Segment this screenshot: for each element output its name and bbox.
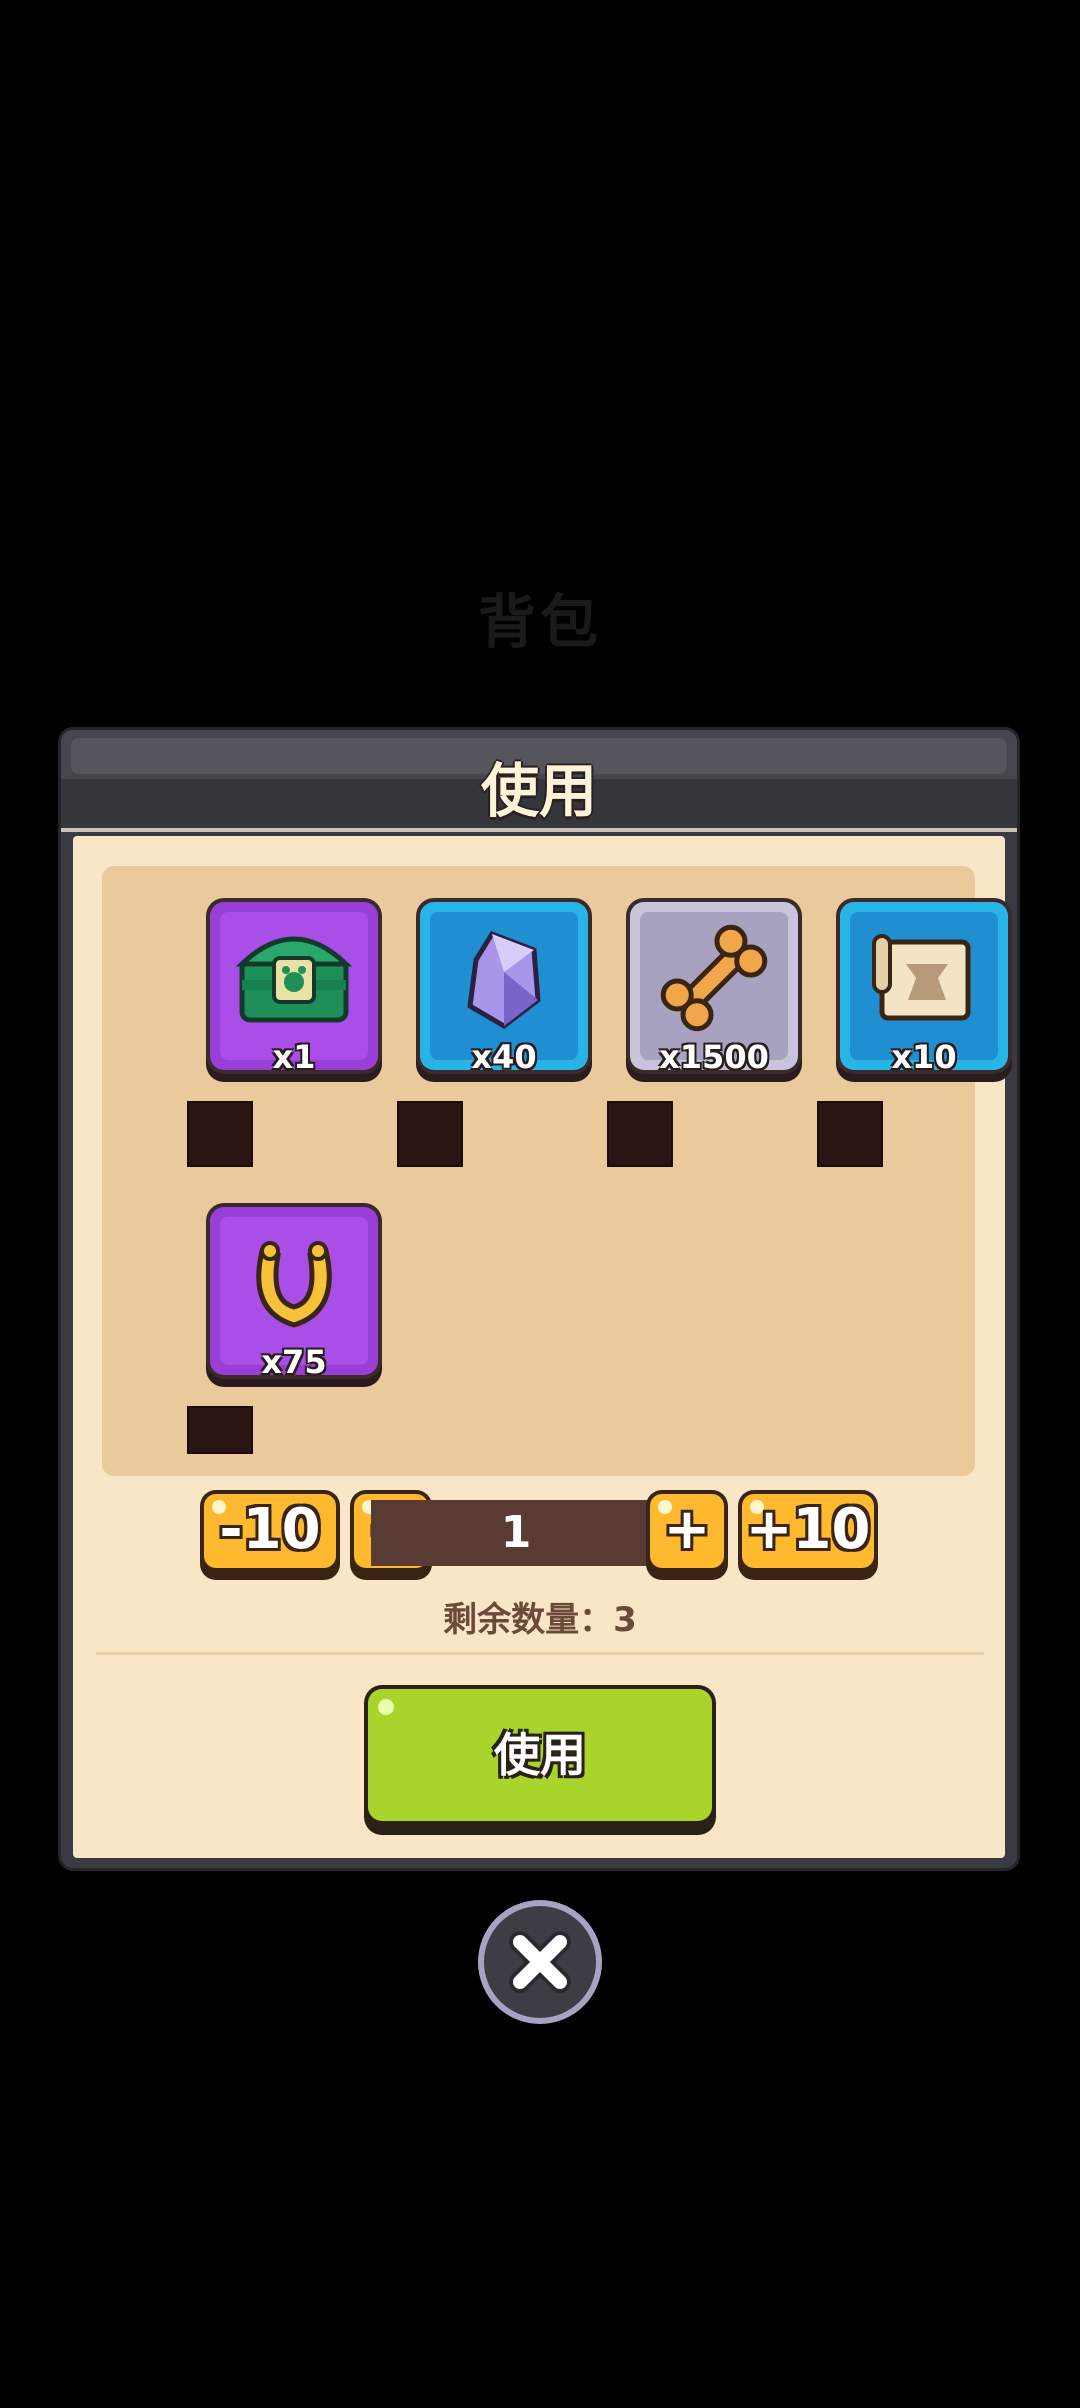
item-count: x40 [471,1038,537,1076]
item-checkbox-horseshoe[interactable] [187,1406,253,1454]
minus-ten-button[interactable]: -10 [204,1494,336,1568]
item-slot-horseshoe[interactable]: x75 [210,1207,378,1381]
item-slot-crystal[interactable]: x40 [420,902,588,1076]
item-checkbox-scroll[interactable] [817,1101,883,1167]
item-slot-chest[interactable]: x1 [210,902,378,1076]
bone-icon [660,924,768,1032]
plus-one-button[interactable]: + [650,1494,724,1568]
dialog-header: 使用 [61,730,1017,832]
use-button[interactable]: 使用 [368,1689,712,1821]
item-checkbox-bone[interactable] [607,1101,673,1167]
item-checkbox-crystal[interactable] [397,1101,463,1167]
item-slot-scroll[interactable]: x10 [840,902,1008,1076]
item-count: x1 [272,1038,316,1076]
close-icon [509,1931,571,1993]
item-count: x1500 [659,1038,769,1076]
item-checkbox-chest[interactable] [187,1101,253,1167]
item-count: x10 [891,1038,957,1076]
horseshoe-icon [256,1241,332,1328]
background-title: 背包 [477,588,602,656]
quantity-field[interactable]: 1 [371,1500,661,1566]
item-slot-bone[interactable]: x1500 [630,902,798,1076]
item-count: x75 [261,1343,327,1381]
remaining-count: 剩余数量：3 [443,1600,637,1640]
plus-ten-button[interactable]: +10 [742,1494,874,1568]
item-grid: x1 x40 x1500 x10 x75 [102,866,1008,1476]
close-button[interactable] [484,1906,596,2018]
crystal-icon [467,930,541,1030]
dialog-title: 使用 [480,757,597,825]
scroll-icon [872,934,971,1021]
chest-icon [235,936,353,1023]
divider [96,1652,984,1655]
